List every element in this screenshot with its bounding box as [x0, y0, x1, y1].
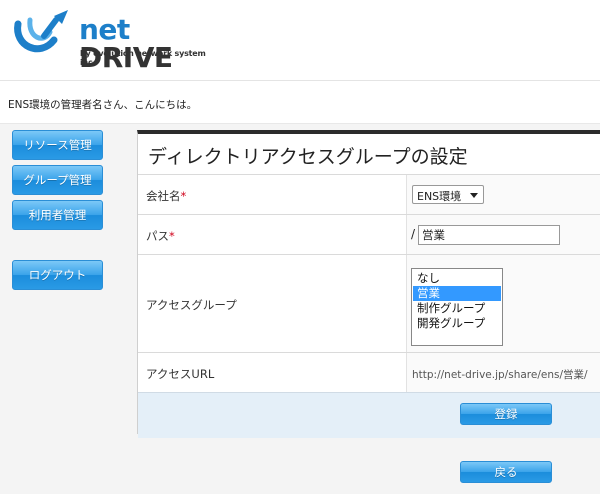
sidebar-item-resource-management[interactable]: リソース管理	[12, 130, 103, 160]
list-item[interactable]: 開発グループ	[413, 316, 501, 331]
required-mark: *	[180, 189, 187, 203]
access-group-listbox[interactable]: なし 営業 制作グループ 開発グループ	[411, 268, 503, 346]
company-select[interactable]: ENS環境	[412, 185, 484, 204]
back-button[interactable]: 戻る	[460, 461, 552, 483]
form-actions: 登録	[138, 392, 600, 438]
path-label: パス*	[146, 229, 175, 243]
sidebar-item-group-management[interactable]: グループ管理	[12, 165, 103, 195]
access-group-label: アクセスグループ	[146, 298, 237, 312]
list-item-selected[interactable]: 営業	[413, 286, 501, 301]
logout-button[interactable]: ログアウト	[12, 260, 103, 290]
path-input[interactable]	[418, 225, 560, 245]
access-url-value: http://net-drive.jp/share/ens/営業/	[412, 369, 588, 381]
welcome-message: ENS環境の管理者名さん、こんにちは。	[8, 99, 198, 111]
settings-panel: ディレクトリアクセスグループの設定 会社名* ENS環境 パス* / アクセスグ…	[137, 130, 600, 438]
access-group-row: アクセスグループ なし 営業 制作グループ 開発グループ	[138, 254, 600, 352]
logo-tagline: by evolution network system inc.	[80, 49, 206, 67]
netdrive-logo[interactable]: net DRIVE by evolution network system in…	[10, 6, 210, 72]
list-item[interactable]: 制作グループ	[413, 301, 501, 316]
required-mark: *	[169, 229, 175, 243]
register-button[interactable]: 登録	[460, 403, 552, 425]
company-label: 会社名*	[146, 189, 187, 203]
chevron-down-icon	[470, 193, 478, 198]
list-item[interactable]: なし	[413, 271, 501, 286]
sidebar-item-user-management[interactable]: 利用者管理	[12, 200, 103, 230]
access-url-label: アクセスURL	[146, 367, 215, 381]
welcome-bar: ENS環境の管理者名さん、こんにちは。	[0, 80, 600, 124]
header: net DRIVE by evolution network system in…	[0, 0, 600, 80]
logo-swoosh-icon	[14, 10, 68, 53]
company-row: 会社名* ENS環境	[138, 174, 600, 214]
path-row: パス* /	[138, 214, 600, 254]
page-title: ディレクトリアクセスグループの設定	[148, 146, 468, 168]
path-prefix: /	[411, 227, 416, 241]
access-url-row: アクセスURL http://net-drive.jp/share/ens/営業…	[138, 352, 600, 392]
